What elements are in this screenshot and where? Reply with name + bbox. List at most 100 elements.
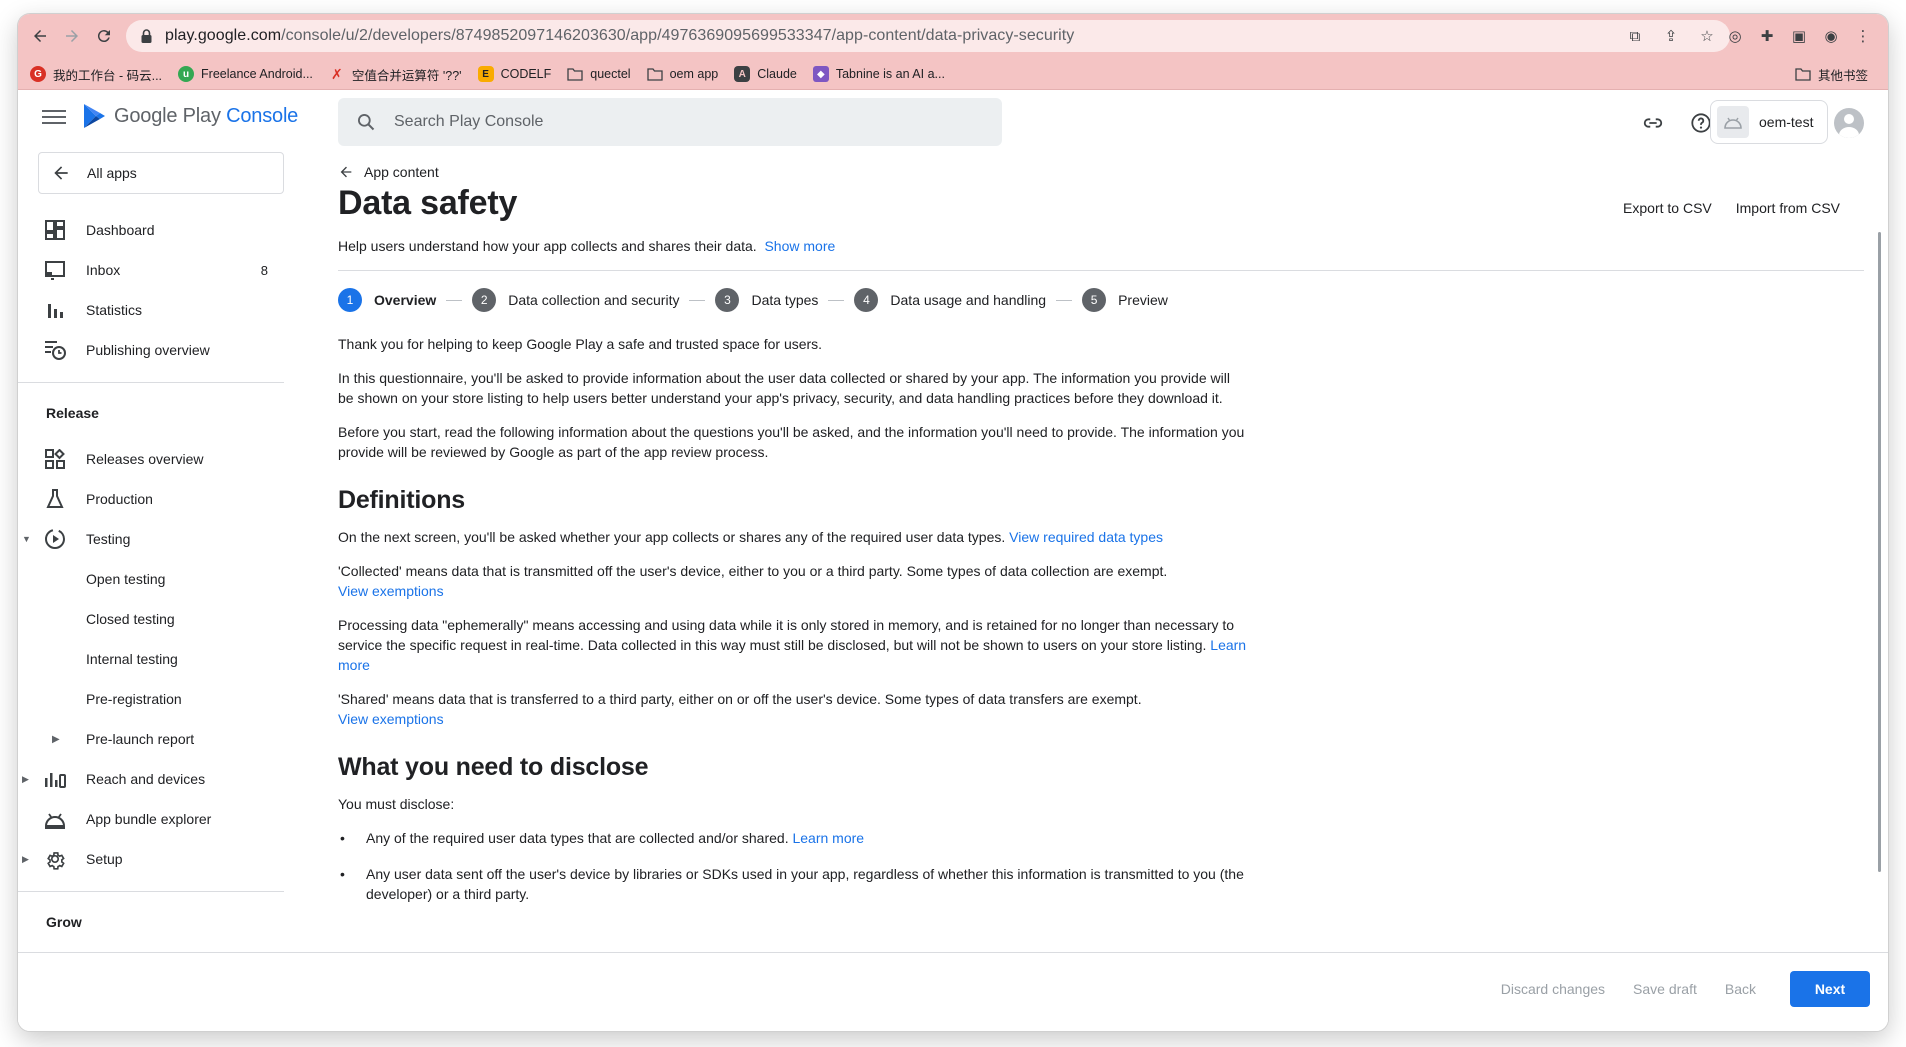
sidebar-item-internal-testing[interactable]: Internal testing bbox=[18, 639, 288, 679]
step-data-collection-and-security[interactable]: 2 Data collection and security bbox=[472, 288, 679, 312]
header-divider bbox=[338, 270, 1864, 271]
google-play-console-logo[interactable]: Google Play Console bbox=[82, 103, 298, 129]
show-more-link[interactable]: Show more bbox=[764, 238, 835, 254]
account-switcher[interactable]: oem-test bbox=[1710, 100, 1828, 144]
section-heading-release: Release bbox=[46, 405, 99, 421]
step-label: Data usage and handling bbox=[890, 292, 1047, 308]
back-to-app-content-link[interactable]: App content bbox=[338, 164, 439, 180]
menu-icon[interactable] bbox=[42, 106, 66, 128]
folder-icon bbox=[1795, 67, 1811, 81]
bookmark-folder[interactable]: quectel bbox=[567, 67, 631, 81]
more-vert-icon[interactable]: ⋮ bbox=[1852, 25, 1874, 47]
step-overview[interactable]: 1 Overview bbox=[338, 288, 436, 312]
sidebar-item-label: Production bbox=[86, 491, 153, 507]
step-data-usage-and-handling[interactable]: 4 Data usage and handling bbox=[854, 288, 1046, 312]
bookmark-label: 我的工作台 - 码云... bbox=[53, 68, 163, 83]
testing-icon bbox=[44, 528, 66, 550]
learn-more-link[interactable]: Learn more bbox=[792, 830, 864, 846]
sidebar-item-setup[interactable]: ▶ Setup bbox=[18, 839, 288, 879]
chevron-right-icon[interactable]: ▶ bbox=[22, 774, 29, 785]
search-icon bbox=[358, 114, 375, 131]
sidebar-item-reach-and-devices[interactable]: ▶ Reach and devices bbox=[18, 759, 288, 799]
sidebar-item-app-bundle-explorer[interactable]: App bundle explorer bbox=[18, 799, 288, 839]
sidebar-item-production[interactable]: Production bbox=[18, 479, 288, 519]
brand-name: Google Play Console bbox=[114, 105, 298, 128]
avatar[interactable] bbox=[1834, 108, 1864, 138]
browser-toolbar: play.google.com/console/u/2/developers/8… bbox=[18, 14, 1888, 58]
puzzle-icon[interactable]: ✚ bbox=[1756, 25, 1778, 47]
sidebar-item-pre-launch-report[interactable]: ▶ Pre-launch report bbox=[18, 719, 288, 759]
step-preview[interactable]: 5 Preview bbox=[1082, 288, 1168, 312]
sidebar-item-pre-registration[interactable]: Pre-registration bbox=[18, 679, 288, 719]
bookmark-item[interactable]: u Freelance Android... bbox=[178, 66, 313, 82]
list-item-text: Any user data sent off the user's device… bbox=[366, 866, 1244, 902]
reload-icon bbox=[97, 30, 110, 43]
translate-icon[interactable]: ⧉ bbox=[1624, 25, 1646, 47]
sidebar-item-open-testing[interactable]: Open testing bbox=[18, 559, 288, 599]
all-apps-button[interactable]: All apps bbox=[38, 152, 284, 194]
scrollbar[interactable] bbox=[1878, 232, 1881, 872]
link-icon[interactable] bbox=[1640, 110, 1666, 136]
search-bar[interactable]: Search Play Console bbox=[338, 98, 1002, 146]
sidebar-item-dashboard[interactable]: Dashboard bbox=[18, 210, 288, 250]
sidebar-item-publishing-overview[interactable]: Publishing overview bbox=[18, 330, 288, 370]
bookmark-folder[interactable]: oem app bbox=[646, 67, 718, 81]
view-exemptions-link[interactable]: View exemptions bbox=[338, 583, 444, 599]
other-bookmarks-label: 其他书签 bbox=[1817, 68, 1868, 83]
sidebar-item-releases-overview[interactable]: Releases overview bbox=[18, 439, 288, 479]
star-icon[interactable]: ☆ bbox=[1696, 25, 1718, 47]
dashboard-icon bbox=[44, 219, 66, 241]
sidebar-item-label: Open testing bbox=[86, 571, 166, 587]
extension-icon[interactable]: ◎ bbox=[1724, 25, 1746, 47]
export-csv-button[interactable]: Export to CSV bbox=[1623, 200, 1712, 216]
next-button[interactable]: Next bbox=[1790, 971, 1870, 1007]
other-bookmarks[interactable]: 其他书签 bbox=[1795, 58, 1868, 90]
sidebar-item-inbox[interactable]: Inbox 8 bbox=[18, 250, 288, 290]
step-data-types[interactable]: 3 Data types bbox=[715, 288, 818, 312]
statistics-icon bbox=[44, 299, 66, 321]
browser-back-button[interactable] bbox=[26, 22, 54, 50]
sidebar: All apps Dashboard Inbox 8 Statistics Pu… bbox=[18, 152, 288, 1031]
bookmark-label: CODELF bbox=[500, 67, 552, 81]
browser-reload-button[interactable] bbox=[90, 22, 118, 50]
bookmark-item[interactable]: A Claude bbox=[734, 66, 797, 82]
import-csv-button[interactable]: Import from CSV bbox=[1736, 200, 1840, 216]
inbox-icon bbox=[44, 259, 66, 281]
play-console-app: Google Play Console Search Play Console … bbox=[18, 90, 1888, 1031]
profile-icon[interactable]: ◉ bbox=[1820, 25, 1842, 47]
address-bar[interactable]: play.google.com/console/u/2/developers/8… bbox=[126, 20, 1730, 52]
intro-paragraph: Before you start, read the following inf… bbox=[338, 424, 1245, 460]
production-icon bbox=[44, 488, 66, 510]
view-exemptions-link[interactable]: View exemptions bbox=[338, 711, 444, 727]
sidebar-item-label: Inbox bbox=[86, 262, 121, 278]
intro-paragraph: Thank you for helping to keep Google Pla… bbox=[338, 336, 823, 352]
bookmark-item[interactable]: G 我的工作台 - 码云... bbox=[30, 65, 162, 84]
chevron-right-icon[interactable]: ▶ bbox=[22, 854, 29, 865]
step-number: 4 bbox=[854, 288, 879, 312]
step-number: 3 bbox=[715, 288, 740, 312]
bookmark-label: Claude bbox=[757, 67, 797, 81]
sidebar-nav: Dashboard Inbox 8 Statistics Publishing … bbox=[18, 210, 288, 940]
save-draft-button[interactable]: Save draft bbox=[1633, 981, 1697, 997]
back-button[interactable]: Back bbox=[1725, 981, 1756, 997]
bookmark-item[interactable]: E CODELF bbox=[477, 66, 552, 82]
step-connector bbox=[1056, 299, 1073, 301]
bookmark-item[interactable]: ✗ 空值合并运算符 '??' bbox=[329, 65, 462, 84]
share-icon[interactable]: ⇪ bbox=[1660, 25, 1682, 47]
releases-overview-icon bbox=[44, 448, 66, 470]
sidebar-item-label: Publishing overview bbox=[86, 342, 210, 358]
sidebar-item-statistics[interactable]: Statistics bbox=[18, 290, 288, 330]
view-required-data-types-link[interactable]: View required data types bbox=[1009, 529, 1163, 545]
sidebar-item-closed-testing[interactable]: Closed testing bbox=[18, 599, 288, 639]
discard-changes-button[interactable]: Discard changes bbox=[1501, 981, 1605, 997]
action-footer: Discard changes Save draft Back Next bbox=[18, 952, 1888, 1031]
side-panel-icon[interactable]: ▣ bbox=[1788, 25, 1810, 47]
codelf-icon: E bbox=[477, 66, 494, 82]
browser-forward-button[interactable] bbox=[58, 22, 86, 50]
chevron-right-icon[interactable]: ▶ bbox=[52, 734, 60, 745]
bookmark-item[interactable]: ◆ Tabnine is an AI a... bbox=[812, 66, 945, 82]
arrow-left-icon bbox=[54, 166, 68, 180]
chevron-down-icon[interactable]: ▼ bbox=[22, 534, 31, 544]
step-label: Preview bbox=[1118, 292, 1168, 308]
sidebar-item-testing[interactable]: ▼ Testing bbox=[18, 519, 288, 559]
